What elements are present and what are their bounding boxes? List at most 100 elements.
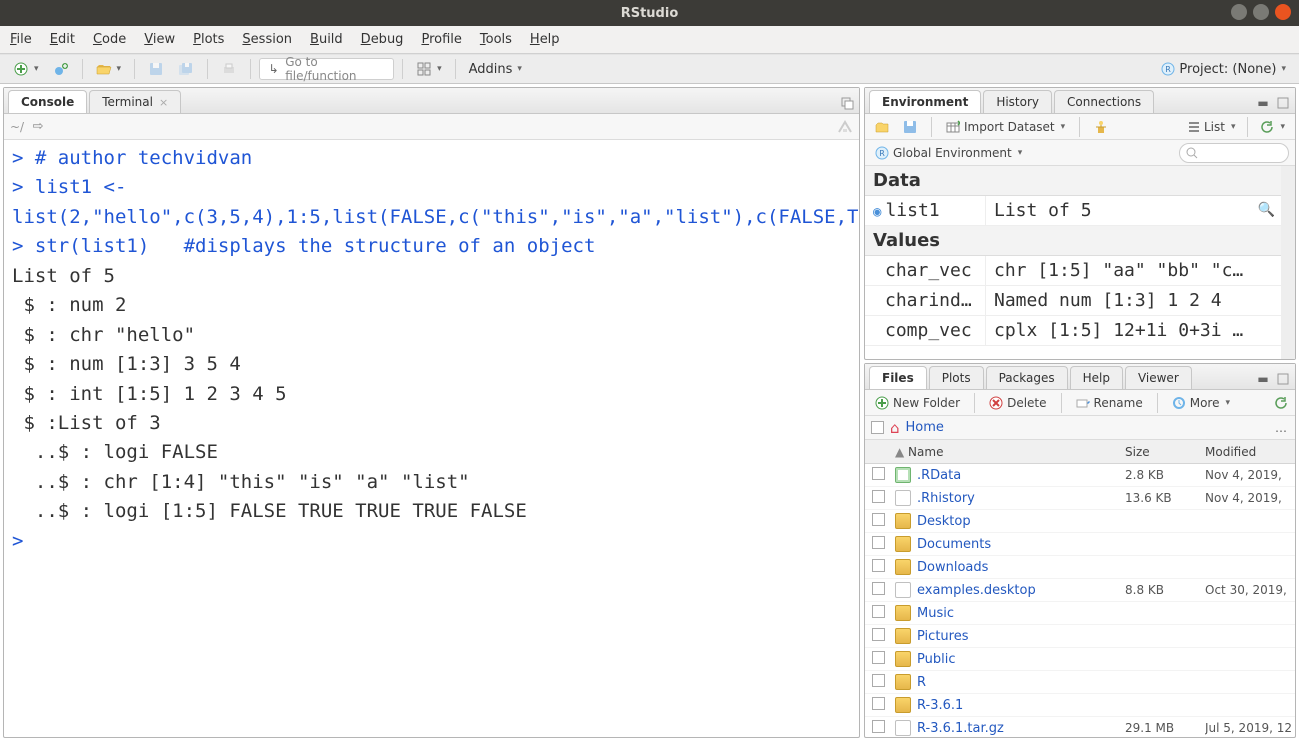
file-row[interactable]: Downloads [865,556,1295,579]
menu-tools[interactable]: Tools [480,32,512,47]
env-row[interactable]: comp_veccplx [1:5] 12+1i 0+3i … [865,316,1281,346]
menu-profile[interactable]: Profile [421,32,461,47]
file-name[interactable]: examples.desktop [891,582,1125,598]
file-row[interactable]: Desktop [865,510,1295,533]
env-scrollbar[interactable] [1281,166,1295,359]
file-name[interactable]: Music [891,605,1125,621]
save-workspace-button[interactable] [899,116,921,138]
import-dataset-button[interactable]: Import Dataset ▾ [942,116,1069,138]
inspect-icon[interactable]: 🔍 [1258,202,1275,218]
home-icon[interactable]: ⌂ [890,419,900,437]
window-close-button[interactable] [1275,4,1291,20]
env-view-mode[interactable]: List ▾ [1184,116,1240,138]
more-button[interactable]: More ▾ [1168,392,1234,414]
file-checkbox[interactable] [872,720,885,733]
pane-minimize-icon[interactable]: ▬ [1255,95,1271,111]
file-row[interactable]: R [865,671,1295,694]
select-all-checkbox[interactable] [871,421,884,434]
file-name[interactable]: Desktop [891,513,1125,529]
menu-edit[interactable]: Edit [50,32,75,47]
env-row[interactable]: ◉list1List of 5🔍 [865,196,1281,226]
menu-build[interactable]: Build [310,32,343,47]
file-checkbox[interactable] [872,605,885,618]
file-name[interactable]: R [891,674,1125,690]
open-file-button[interactable]: ▾ [91,58,127,80]
file-row[interactable]: examples.desktop8.8 KBOct 30, 2019, [865,579,1295,602]
console-browse-icon[interactable]: ⇨ [30,119,46,135]
env-row[interactable]: charind…Named num [1:3] 1 2 4 [865,286,1281,316]
tab-files[interactable]: Files [869,366,927,389]
console-output[interactable]: > # author techvidvan> list1 <- list(2,"… [4,140,859,737]
file-name[interactable]: Documents [891,536,1125,552]
files-more-icon[interactable]: … [1273,420,1289,436]
file-name[interactable]: Pictures [891,628,1125,644]
env-scope-selector[interactable]: R Global Environment ▾ [871,142,1026,164]
file-row[interactable]: Pictures [865,625,1295,648]
tab-help[interactable]: Help [1070,366,1123,389]
file-row[interactable]: .RData2.8 KBNov 4, 2019, [865,464,1295,487]
pane-popout-icon[interactable] [1275,371,1291,387]
menu-help[interactable]: Help [530,32,560,47]
file-row[interactable]: Music [865,602,1295,625]
refresh-env-button[interactable]: ▾ [1256,116,1289,138]
rename-button[interactable]: Rename [1072,392,1147,414]
goto-file-function-input[interactable]: ↳ Go to file/function [259,58,394,80]
menu-plots[interactable]: Plots [193,32,224,47]
grid-view-button[interactable]: ▾ [411,58,447,80]
col-modified[interactable]: Modified [1205,445,1295,459]
window-maximize-button[interactable] [1253,4,1269,20]
pane-minimize-icon[interactable]: ▬ [1255,371,1271,387]
save-button[interactable] [143,58,169,80]
env-search-input[interactable] [1179,143,1289,163]
file-row[interactable]: R-3.6.1.tar.gz29.1 MBJul 5, 2019, 12 [865,717,1295,737]
clear-workspace-button[interactable] [1090,116,1112,138]
breadcrumb-home[interactable]: Home [906,420,944,435]
tab-history[interactable]: History [983,90,1052,113]
tab-environment[interactable]: Environment [869,90,981,113]
load-workspace-button[interactable] [871,116,893,138]
tab-terminal[interactable]: Terminal× [89,90,181,113]
tab-viewer[interactable]: Viewer [1125,366,1192,389]
file-checkbox[interactable] [872,651,885,664]
menu-file[interactable]: File [10,32,32,47]
new-folder-button[interactable]: New Folder [871,392,964,414]
file-name[interactable]: .Rhistory [891,490,1125,506]
delete-button[interactable]: Delete [985,392,1050,414]
tab-connections[interactable]: Connections [1054,90,1154,113]
environment-list[interactable]: Data◉list1List of 5🔍Valueschar_vecchr [1… [865,166,1281,359]
file-row[interactable]: Documents [865,533,1295,556]
close-tab-icon[interactable]: × [159,96,168,109]
file-name[interactable]: R-3.6.1.tar.gz [891,720,1125,736]
expand-icon[interactable]: ◉ [873,204,881,220]
tab-packages[interactable]: Packages [986,366,1068,389]
file-checkbox[interactable] [872,628,885,641]
project-menu[interactable]: R Project: (None) ▾ [1155,58,1291,80]
new-file-button[interactable]: ▾ [8,58,44,80]
file-name[interactable]: Downloads [891,559,1125,575]
new-project-button[interactable] [48,58,74,80]
file-checkbox[interactable] [872,674,885,687]
file-row[interactable]: Public [865,648,1295,671]
refresh-files-button[interactable] [1273,395,1289,411]
menu-code[interactable]: Code [93,32,126,47]
print-button[interactable] [216,58,242,80]
env-row[interactable]: char_vecchr [1:5] "aa" "bb" "c… [865,256,1281,286]
files-list[interactable]: .RData2.8 KBNov 4, 2019,.Rhistory13.6 KB… [865,464,1295,737]
addins-button[interactable]: Addins ▾ [464,58,527,80]
file-row[interactable]: .Rhistory13.6 KBNov 4, 2019, [865,487,1295,510]
window-minimize-button[interactable] [1231,4,1247,20]
file-row[interactable]: R-3.6.1 [865,694,1295,717]
menu-view[interactable]: View [144,32,175,47]
pane-popout-icon[interactable] [839,95,855,111]
file-checkbox[interactable] [872,467,885,480]
menu-session[interactable]: Session [242,32,292,47]
file-name[interactable]: Public [891,651,1125,667]
clear-console-icon[interactable] [837,119,853,135]
tab-console[interactable]: Console [8,90,87,113]
file-name[interactable]: R-3.6.1 [891,697,1125,713]
save-all-button[interactable] [173,58,199,80]
tab-plots[interactable]: Plots [929,366,984,389]
file-checkbox[interactable] [872,513,885,526]
file-checkbox[interactable] [872,697,885,710]
file-name[interactable]: .RData [891,467,1125,483]
